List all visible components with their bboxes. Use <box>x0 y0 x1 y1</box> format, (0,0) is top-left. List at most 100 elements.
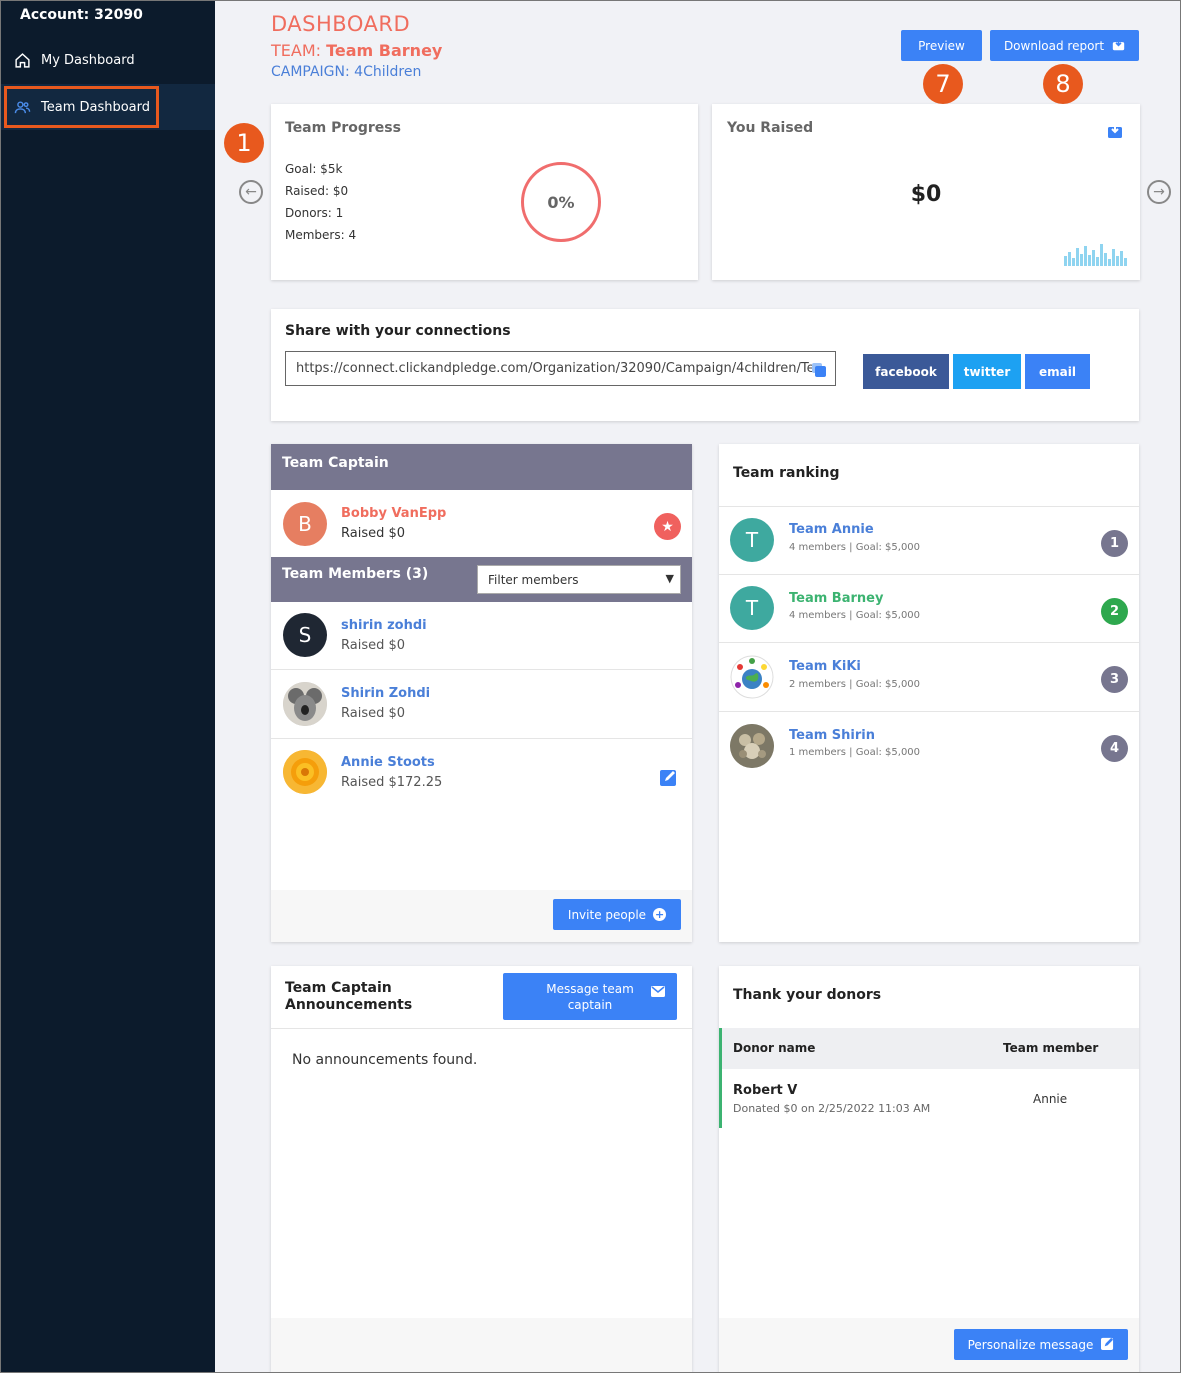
divider <box>271 669 692 670</box>
download-icon <box>1112 38 1125 54</box>
rank-badge: 2 <box>1101 598 1128 625</box>
marker-8: 8 <box>1043 64 1083 104</box>
donor-member: Annie <box>1033 1092 1068 1106</box>
you-raised-title: You Raised <box>727 120 814 136</box>
team-ranking-card: Team ranking T Team Annie 4 members | Go… <box>719 444 1139 942</box>
share-title: Share with your connections <box>285 323 511 339</box>
avatar <box>730 724 774 768</box>
captain-header: Team Captain <box>271 444 692 490</box>
download-label: Download report <box>1003 38 1105 53</box>
personalize-label: Personalize message <box>967 1337 1094 1352</box>
copy-icon[interactable] <box>811 362 827 382</box>
avatar: S <box>283 613 327 657</box>
invite-label: Invite people <box>567 907 647 922</box>
team-ranking-title: Team ranking <box>733 465 840 481</box>
team-name: Team Barney <box>326 41 443 60</box>
team-name[interactable]: Team Annie <box>789 522 874 537</box>
account-label: Account: 32090 <box>20 7 143 23</box>
avatar: B <box>283 502 327 546</box>
divider <box>271 1028 692 1029</box>
progress-percent: 0% <box>547 192 575 212</box>
donors-title: Thank your donors <box>733 987 882 1003</box>
avatar: T <box>730 586 774 630</box>
members-header: Team Members (3) Filter members ▼ <box>271 557 692 602</box>
plus-circle-icon: + <box>653 908 667 921</box>
team-line: TEAM: Team Barney <box>271 41 442 60</box>
twitter-button[interactable]: twitter <box>953 354 1021 389</box>
divider <box>719 506 1139 507</box>
donors-table-header: Donor name Team member <box>719 1028 1139 1069</box>
preview-label: Preview <box>918 38 965 53</box>
team-name[interactable]: Team Shirin <box>789 728 875 743</box>
member-name[interactable]: Shirin Zohdi <box>341 686 430 701</box>
no-announcements-text: No announcements found. <box>292 1052 478 1068</box>
team-sub: 4 members | Goal: $5,000 <box>789 542 921 553</box>
raised-amount: $0 <box>910 182 942 207</box>
divider <box>719 642 1139 643</box>
invite-people-button[interactable]: Invite people + <box>553 899 681 930</box>
next-arrow-icon[interactable]: → <box>1147 180 1171 204</box>
member-raised: Raised $172.25 <box>341 775 443 790</box>
progress-stats: Goal: $5k Raised: $0 Donors: 1 Members: … <box>285 158 356 246</box>
team-sub: 4 members | Goal: $5,000 <box>789 610 921 621</box>
member-name[interactable]: Annie Stoots <box>341 755 435 770</box>
chevron-down-icon: ▼ <box>665 572 674 585</box>
captain-name[interactable]: Bobby VanEpp <box>341 506 446 521</box>
prev-arrow-icon[interactable]: ← <box>239 180 263 204</box>
facebook-label: facebook <box>875 364 937 379</box>
goal-stat: Goal: $5k <box>285 162 343 176</box>
you-raised-card: You Raised $0 <box>712 104 1140 280</box>
announcements-title-line2: Announcements <box>285 997 413 1013</box>
progress-ring: 0% <box>521 162 601 242</box>
team-name[interactable]: Team KiKi <box>789 659 861 674</box>
rank-badge: 1 <box>1101 530 1128 557</box>
facebook-button[interactable]: facebook <box>863 354 949 389</box>
sidebar-item-my-dashboard[interactable]: My Dashboard <box>0 37 215 83</box>
captain-footer: Invite people + <box>271 890 692 942</box>
team-sub: 2 members | Goal: $5,000 <box>789 679 921 690</box>
email-button[interactable]: email <box>1025 354 1090 389</box>
donors-stat: Donors: 1 <box>285 206 344 220</box>
edit-icon[interactable] <box>660 768 678 790</box>
marker-7: 7 <box>923 64 963 104</box>
preview-button[interactable]: Preview <box>901 30 982 61</box>
raised-stat: Raised: $0 <box>285 184 349 198</box>
member-name[interactable]: shirin zohdi <box>341 618 427 633</box>
sidebar-item-label: My Dashboard <box>41 52 135 68</box>
members-stat: Members: 4 <box>285 228 357 242</box>
download-icon[interactable] <box>1108 122 1122 142</box>
avatar <box>283 682 327 726</box>
announcements-card: Team Captain Announcements Message team … <box>271 966 692 1373</box>
announcements-footer <box>271 1318 692 1373</box>
avatar <box>730 655 774 699</box>
member-raised: Raised $0 <box>341 638 406 653</box>
message-line2: captain <box>567 997 613 1012</box>
star-icon: ★ <box>654 513 681 540</box>
twitter-label: twitter <box>963 364 1011 379</box>
filter-members-select[interactable]: Filter members ▼ <box>477 565 681 594</box>
member-raised: Raised $0 <box>341 706 406 721</box>
filter-value: Filter members <box>488 572 579 587</box>
email-label: email <box>1039 364 1076 379</box>
col-donor-name: Donor name <box>733 1041 816 1055</box>
edit-icon <box>1101 1337 1114 1353</box>
team-progress-title: Team Progress <box>285 120 401 136</box>
page-title: DASHBOARD <box>271 12 411 36</box>
team-prefix: TEAM: <box>271 41 327 60</box>
captain-header-label: Team Captain <box>282 455 389 471</box>
personalize-message-button[interactable]: Personalize message <box>954 1329 1128 1360</box>
team-name[interactable]: Team Barney <box>789 591 883 606</box>
avatar <box>283 750 327 794</box>
team-captain-card: Team Captain B Bobby VanEpp Raised $0 ★ … <box>271 444 692 942</box>
divider <box>271 738 692 739</box>
share-url-field[interactable]: https://connect.clickandpledge.com/Organ… <box>285 351 836 386</box>
divider <box>719 711 1139 712</box>
donor-detail: Donated $0 on 2/25/2022 11:03 AM <box>733 1102 931 1115</box>
home-icon <box>13 51 31 69</box>
donors-footer: Personalize message <box>719 1318 1139 1373</box>
download-report-button[interactable]: Download report <box>990 30 1139 61</box>
message-line1: Message team <box>546 981 634 996</box>
announcements-title: Team Captain Announcements <box>285 980 412 1014</box>
table-row[interactable]: Robert V Donated $0 on 2/25/2022 11:03 A… <box>719 1069 1139 1128</box>
donors-card: Thank your donors Donor name Team member… <box>719 966 1139 1373</box>
